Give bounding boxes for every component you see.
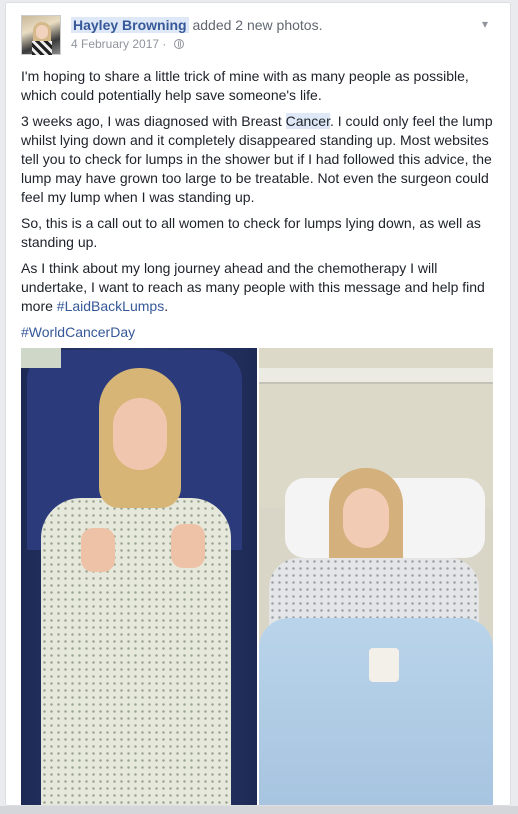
highlighted-term: Cancer — [285, 113, 330, 129]
post-header: Hayley Browning added 2 new photos. 4 Fe… — [21, 15, 498, 59]
post-paragraph: 3 weeks ago, I was diagnosed with Breast… — [21, 113, 493, 205]
post-card: Hayley Browning added 2 new photos. 4 Fe… — [5, 2, 511, 806]
author-avatar[interactable] — [21, 15, 61, 55]
post-meta: 4 February 2017 · — [71, 37, 184, 51]
post-paragraph: So, this is a call out to all women to c… — [21, 215, 481, 250]
post-paragraph: #WorldCancerDay — [21, 323, 497, 342]
post-headline: Hayley Browning added 2 new photos. — [71, 17, 322, 33]
photo-hospital-bed[interactable] — [259, 348, 493, 805]
photo-thumbs-up[interactable] — [21, 348, 257, 805]
bottom-divider — [0, 806, 518, 814]
globe-icon[interactable] — [173, 39, 184, 49]
post-paragraph: I'm hoping to share a little trick of mi… — [21, 68, 469, 103]
hashtag-link[interactable]: #LaidBackLumps — [57, 298, 164, 314]
author-name-link[interactable]: Hayley Browning — [71, 17, 189, 33]
post-action-text: added 2 new photos. — [192, 17, 323, 33]
post-paragraph: As I think about my long journey ahead a… — [21, 260, 485, 314]
post-text: I'm hoping to share a little trick of mi… — [21, 67, 497, 349]
hashtag-link[interactable]: #WorldCancerDay — [21, 324, 135, 340]
photo-grid — [21, 348, 493, 805]
post-date-link[interactable]: 4 February 2017 — [71, 37, 159, 51]
chevron-down-icon[interactable]: ▾ — [478, 17, 492, 31]
